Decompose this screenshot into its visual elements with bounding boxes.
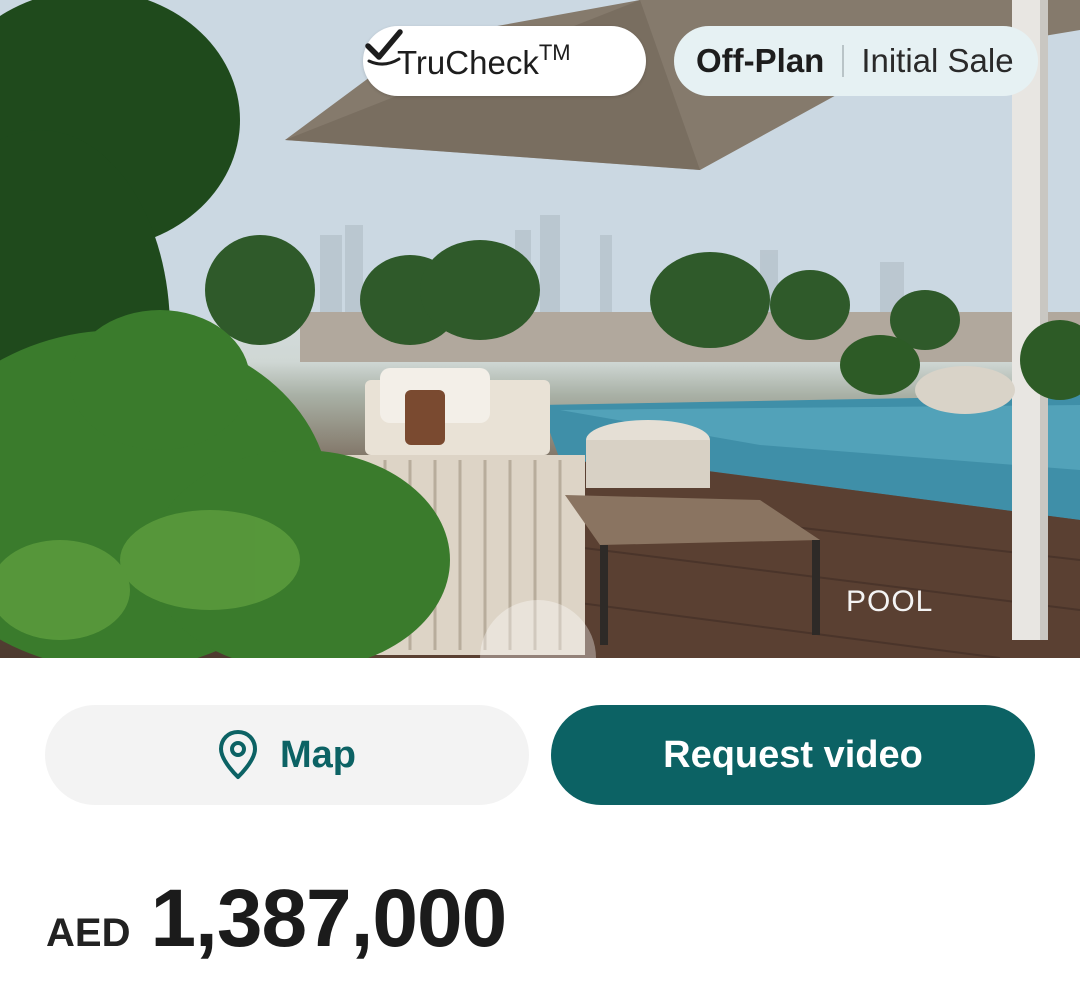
request-video-label: Request video [663,733,923,776]
trucheck-label: TruCheckTM [397,40,571,82]
location-pin-icon [219,730,257,779]
offplan-status-badge: Off-Plan Initial Sale [674,26,1038,96]
verified-check-icon [365,29,403,66]
price-amount: 1,387,000 [150,873,507,964]
offplan-label: Off-Plan [696,42,825,79]
listing-photo[interactable]: TruCheckTM Off-Plan Initial Sale POOL [0,0,1080,658]
trucheck-text: TruCheck [397,44,539,81]
pool-scene-image [0,0,1080,658]
trucheck-badge[interactable]: TruCheckTM [363,26,646,96]
badge-divider [842,45,845,77]
price-currency: AED [46,911,131,955]
request-video-button[interactable]: Request video [551,705,1035,805]
trademark-mark: TM [538,40,571,65]
listing-price: AED 1,387,000 [46,872,507,966]
image-caption: POOL [846,585,934,618]
initial-sale-label: Initial Sale [861,42,1014,79]
map-button[interactable]: Map [45,705,529,805]
map-button-label: Map [280,733,356,776]
